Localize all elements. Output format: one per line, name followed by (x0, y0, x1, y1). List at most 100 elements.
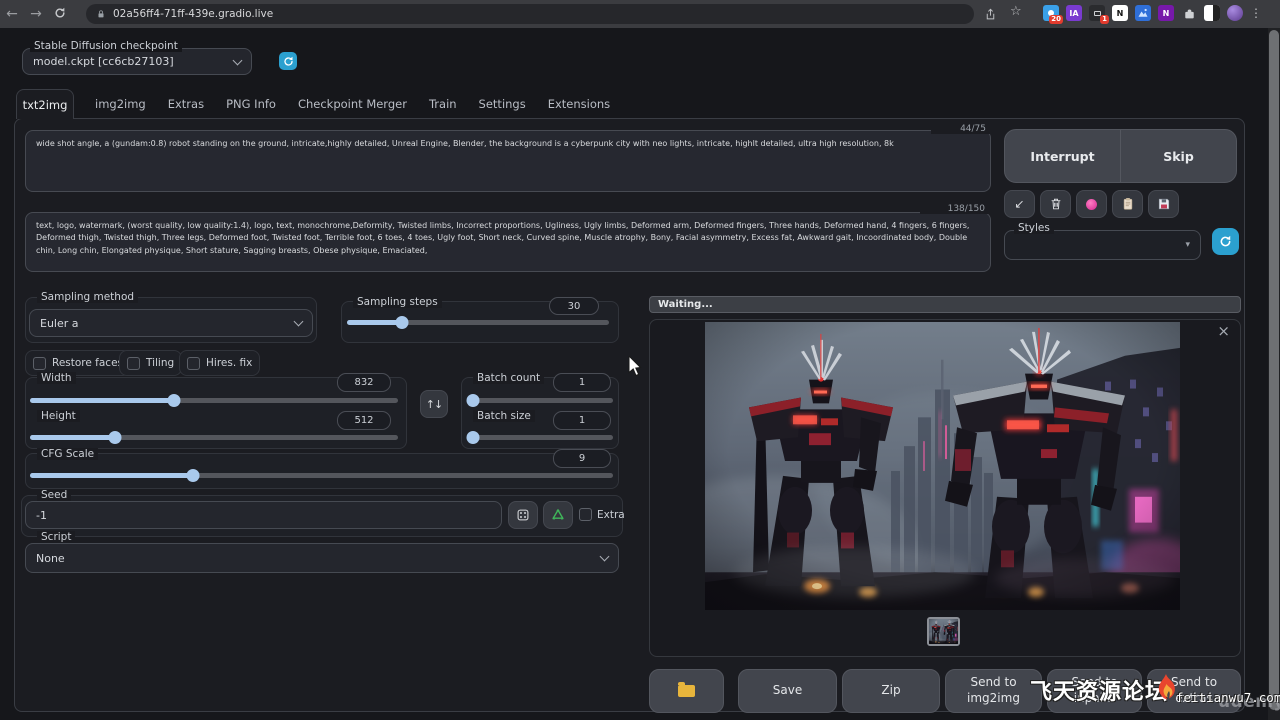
save-button[interactable]: Save (738, 669, 837, 713)
reuse-seed-button[interactable] (543, 501, 573, 529)
batch-count-value[interactable]: 1 (553, 373, 611, 392)
seed-input[interactable]: -1 (25, 501, 502, 529)
styles-label: Styles (1014, 222, 1054, 234)
onenote-extension-icon[interactable]: N (1158, 5, 1174, 21)
folder-icon (678, 685, 695, 697)
dropdown-arrow-icon: ▾ (1185, 240, 1190, 250)
prompt-input[interactable]: wide shot angle, a (gundam:0.8) robot st… (25, 130, 991, 192)
clear-prompt-button[interactable] (1040, 190, 1071, 218)
gallery-thumbnail[interactable] (927, 617, 960, 646)
seed-label: Seed (37, 489, 71, 501)
cfg-scale-value[interactable]: 9 (553, 449, 611, 468)
menu-icon[interactable]: ⋮ (1250, 6, 1262, 20)
batch-count-slider[interactable] (469, 398, 613, 403)
sampling-method-dropdown[interactable]: Euler a (29, 309, 313, 337)
pin-extension-icon[interactable]: 20 (1043, 5, 1059, 21)
ia-extension-icon[interactable]: IA (1066, 5, 1082, 21)
clipboard-icon (1121, 197, 1135, 211)
refresh-checkpoint-button[interactable] (279, 52, 297, 70)
tiling-checkbox[interactable] (127, 357, 140, 370)
restore-faces-checkbox[interactable] (33, 357, 46, 370)
save-style-button[interactable] (1148, 190, 1179, 218)
notion-extension-icon[interactable]: N (1112, 5, 1128, 21)
tab-img2img[interactable]: img2img (84, 97, 157, 111)
back-icon[interactable]: ← (0, 7, 24, 21)
height-slider[interactable] (30, 435, 398, 440)
tab-png-info[interactable]: PNG Info (215, 97, 287, 111)
swap-dimensions-button[interactable]: ↑↓ (420, 390, 448, 418)
image-preview-panel: × (649, 319, 1241, 657)
refresh-icon[interactable] (48, 7, 72, 22)
hires-fix-option: Hires. fix (179, 350, 260, 376)
tab-extensions[interactable]: Extensions (537, 97, 621, 111)
apply-style-button[interactable] (1112, 190, 1143, 218)
trash-icon (1049, 197, 1063, 211)
address-bar[interactable]: 02a56ff4-71ff-439e.gradio.live (86, 4, 974, 24)
lock-icon (96, 9, 106, 19)
hires-fix-checkbox[interactable] (187, 357, 200, 370)
sampling-steps-label: Sampling steps (353, 296, 442, 308)
chevron-down-icon (294, 317, 304, 327)
close-preview-icon[interactable]: × (1217, 324, 1230, 339)
extension-icons: 20 IA 1 N N ⋮ (1043, 5, 1262, 21)
share-icon[interactable] (984, 6, 997, 25)
read-parameters-button[interactable]: ↙ (1004, 190, 1035, 218)
width-slider[interactable] (30, 398, 398, 403)
tab-extras[interactable]: Extras (157, 97, 215, 111)
extensions-puzzle-icon[interactable] (1181, 5, 1197, 21)
refresh-styles-button[interactable] (1212, 228, 1239, 255)
styles-dropdown[interactable]: ▾ (1004, 230, 1201, 260)
photos-extension-icon[interactable] (1135, 5, 1151, 21)
script-label: Script (37, 531, 75, 543)
width-label: Width (37, 372, 76, 384)
random-seed-button[interactable] (508, 501, 538, 529)
browser-toolbar: ← → 02a56ff4-71ff-439e.gradio.live ☆ 20 … (0, 0, 1280, 28)
sampling-steps-value[interactable]: 30 (549, 297, 599, 315)
tab-train[interactable]: Train (418, 97, 468, 111)
width-value[interactable]: 832 (337, 373, 391, 392)
extra-seed-label: Extra (597, 509, 625, 521)
skip-button[interactable]: Skip (1121, 130, 1236, 182)
open-folder-button[interactable] (649, 669, 724, 713)
checkpoint-dropdown[interactable]: model.ckpt [cc6cb27103] (22, 48, 252, 75)
extra-networks-button[interactable] (1076, 190, 1107, 218)
sampling-method-label: Sampling method (37, 291, 138, 303)
sampling-steps-slider[interactable] (347, 320, 609, 325)
page-scrollbar[interactable] (1268, 28, 1280, 720)
height-value[interactable]: 512 (337, 411, 391, 430)
extra-seed-checkbox[interactable] (579, 508, 592, 521)
swap-arrows-icon: ↑↓ (426, 398, 442, 411)
script-dropdown[interactable]: None (25, 543, 619, 573)
checkpoint-label: Stable Diffusion checkpoint (30, 40, 182, 52)
cfg-scale-label: CFG Scale (37, 448, 98, 460)
tab-checkpoint-merger[interactable]: Checkpoint Merger (287, 97, 418, 111)
interrupt-button[interactable]: Interrupt (1005, 130, 1121, 182)
flame-icon (1156, 674, 1176, 700)
send-to-img2img-button[interactable]: Send to img2img (945, 669, 1042, 713)
tiling-option: Tiling (119, 350, 182, 376)
batch-size-value[interactable]: 1 (553, 411, 611, 430)
batch-size-label: Batch size (473, 410, 535, 422)
cfg-scale-slider[interactable] (30, 473, 613, 478)
negative-prompt-input[interactable]: text, logo, watermark, (worst quality, l… (25, 212, 991, 272)
screenshot-extension-icon[interactable]: 1 (1089, 5, 1105, 21)
cfg-group (25, 453, 619, 489)
profile-avatar[interactable] (1227, 5, 1243, 21)
tab-txt2img[interactable]: txt2img (16, 89, 74, 119)
tab-settings[interactable]: Settings (468, 97, 537, 111)
forward-icon[interactable]: → (24, 7, 48, 21)
screenshot-extension-badge: 1 (1100, 15, 1109, 24)
pin-extension-badge: 20 (1049, 15, 1063, 24)
sampling-method-value: Euler a (40, 317, 295, 330)
batch-size-slider[interactable] (469, 435, 613, 440)
floppy-icon (1157, 197, 1171, 211)
chevron-down-icon (233, 55, 243, 65)
sidebar-extension-icon[interactable] (1204, 5, 1220, 21)
generated-image[interactable] (705, 322, 1180, 610)
scrollbar-thumb[interactable] (1269, 30, 1279, 710)
arrow-down-left-icon: ↙ (1014, 197, 1024, 211)
recycle-icon (551, 508, 565, 522)
zip-button[interactable]: Zip (842, 669, 940, 713)
url-text: 02a56ff4-71ff-439e.gradio.live (113, 8, 273, 20)
bookmark-star-icon[interactable]: ☆ (1010, 4, 1022, 19)
